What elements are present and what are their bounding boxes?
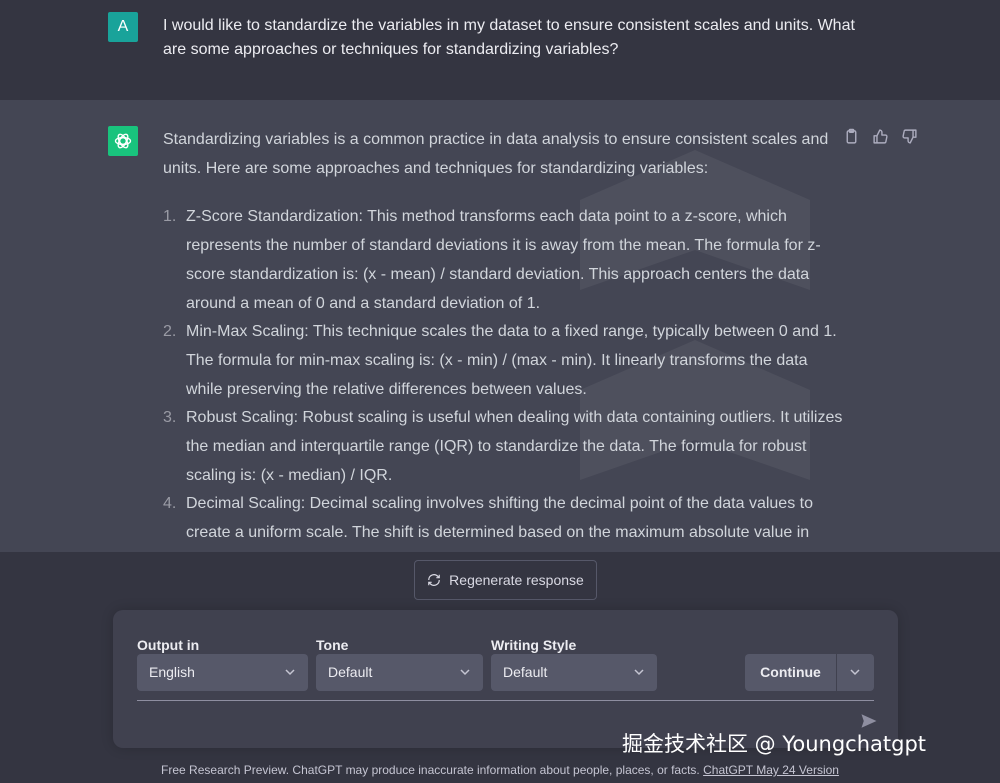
list-item-text: Z-Score Standardization: This method tra…	[186, 208, 821, 312]
user-avatar: A	[108, 12, 138, 42]
refresh-icon	[428, 574, 441, 586]
output-label: Output in	[137, 637, 200, 653]
thumbs-down-icon[interactable]	[901, 128, 918, 145]
list-number: 3.	[163, 409, 177, 427]
writing-style-select[interactable]: Default	[491, 654, 657, 691]
user-message-text: I would like to standardize the variable…	[163, 17, 855, 58]
continue-button-group: Continue	[745, 654, 874, 691]
list-item-text: Decimal Scaling: Decimal scaling involve…	[186, 495, 813, 542]
answer-list: 1. Z-Score Standardization: This method t…	[163, 203, 843, 547]
assistant-message-row: Standardizing variables is a common prac…	[0, 100, 1000, 552]
chevron-down-icon	[850, 669, 860, 676]
answer-intro: Standardizing variables is a common prac…	[163, 131, 829, 177]
output-language-value: English	[149, 664, 195, 680]
continue-button[interactable]: Continue	[745, 654, 836, 691]
tone-select[interactable]: Default	[316, 654, 483, 691]
chevron-down-icon	[285, 669, 295, 676]
list-item-text: Robust Scaling: Robust scaling is useful…	[186, 409, 843, 484]
chevron-down-icon	[634, 669, 644, 676]
list-item: 4. Decimal Scaling: Decimal scaling invol…	[163, 490, 843, 547]
thumbs-up-icon[interactable]	[872, 128, 889, 145]
user-message-row: A I would like to standardize the variab…	[0, 0, 1000, 100]
list-item: 1. Z-Score Standardization: This method t…	[163, 203, 843, 318]
chevron-down-icon	[460, 669, 470, 676]
writing-style-value: Default	[503, 664, 548, 680]
footer-disclaimer: Free Research Preview. ChatGPT may produ…	[0, 763, 1000, 777]
tone-label: Tone	[316, 637, 349, 653]
source-watermark-text: 掘金技术社区 @ Youngchatgpt	[622, 732, 927, 756]
version-link[interactable]: ChatGPT May 24 Version	[703, 763, 839, 777]
list-number: 1.	[163, 208, 177, 226]
regenerate-button[interactable]: Regenerate response	[414, 560, 597, 600]
chatgpt-avatar	[108, 126, 138, 156]
list-item: 3. Robust Scaling: Robust scaling is usef…	[163, 404, 843, 490]
output-language-select[interactable]: English	[137, 654, 308, 691]
openai-logo-icon	[114, 133, 132, 149]
list-item: 2. Min-Max Scaling: This technique scales…	[163, 318, 843, 404]
copy-icon[interactable]	[843, 128, 860, 145]
continue-options-button[interactable]	[836, 654, 874, 691]
tone-value: Default	[328, 664, 373, 680]
assistant-answer: Standardizing variables is a common prac…	[163, 126, 843, 548]
footer-text: Free Research Preview. ChatGPT may produ…	[161, 763, 700, 777]
composer-area: Regenerate response Output in English To…	[0, 552, 1000, 783]
message-actions	[843, 128, 918, 145]
regenerate-label: Regenerate response	[449, 572, 584, 588]
list-number: 2.	[163, 323, 177, 341]
input-divider	[137, 700, 874, 701]
writing-style-label: Writing Style	[491, 637, 577, 653]
list-number: 4.	[163, 495, 177, 513]
list-item-text: Min-Max Scaling: This technique scales t…	[186, 323, 837, 398]
